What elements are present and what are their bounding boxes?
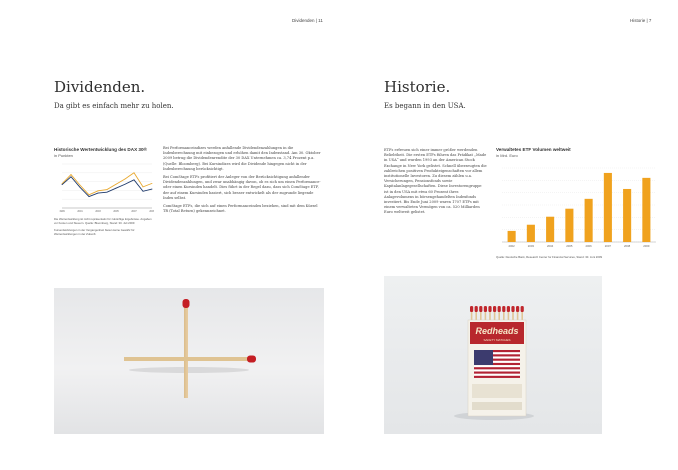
etf-chart-source: Quelle: Deutsche Bank, Research Center f… bbox=[496, 255, 603, 259]
match-head bbox=[474, 306, 478, 312]
data-point bbox=[115, 187, 117, 189]
data-point bbox=[133, 172, 135, 174]
match-head bbox=[520, 306, 524, 312]
x-tick-label: 2002 bbox=[509, 244, 516, 248]
data-point bbox=[124, 178, 126, 180]
page-subtitle-left: Da gibt es einfach mehr zu holen. bbox=[54, 102, 174, 110]
data-point bbox=[151, 188, 153, 190]
bar bbox=[546, 216, 555, 242]
data-point bbox=[142, 186, 144, 188]
etf-bar-chart: 2002 2003 2004 2005 2006 2007 2008 2009 bbox=[502, 167, 656, 248]
x-tick-label: 2008 bbox=[624, 244, 631, 248]
page-header-left: Dividenden | 11 bbox=[292, 18, 323, 23]
data-point bbox=[115, 183, 117, 185]
data-point bbox=[70, 176, 72, 178]
series-line bbox=[61, 172, 153, 196]
match-head bbox=[506, 306, 510, 312]
x-tick-label: 2005 bbox=[113, 210, 119, 213]
history-body-text: ETFs erfreuen sich einer immer größer we… bbox=[384, 148, 487, 219]
data-point bbox=[106, 189, 108, 190]
matchbox-brand-text: Redheads bbox=[475, 326, 518, 336]
dax-line-chart: 1999 2001 2003 2005 2007 2009 bbox=[59, 163, 154, 213]
body-paragraph: Bei Performanceindizes werden anfallende… bbox=[163, 146, 321, 171]
data-point bbox=[106, 191, 108, 193]
matches-illustration bbox=[124, 299, 256, 398]
bar bbox=[565, 208, 574, 242]
match-head bbox=[483, 306, 487, 312]
x-tick-label: 2003 bbox=[528, 244, 535, 248]
match-head bbox=[493, 306, 497, 312]
etf-chart-title: Verwaltetes ETF Volumen weltweit bbox=[496, 147, 571, 152]
data-point bbox=[88, 194, 90, 196]
dax-chart-caption: Die Wertentwicklung ist nicht repräsenta… bbox=[54, 217, 152, 225]
dax-chart-footnote: Kursentwicklungen in der Vergangenheit b… bbox=[54, 228, 135, 236]
match-head bbox=[516, 306, 520, 312]
matchbox-photo: Redheads SAFETY MATCHES bbox=[384, 276, 602, 434]
bar bbox=[623, 188, 632, 242]
body-paragraph: ComStage ETFs, die sich auf einen Perfor… bbox=[163, 204, 318, 214]
x-tick-label: 2007 bbox=[131, 210, 137, 213]
x-tick-label: 2003 bbox=[95, 210, 101, 213]
etf-chart-subtitle: in Mrd. Euro bbox=[496, 153, 518, 158]
x-tick-label: 2006 bbox=[586, 244, 593, 248]
match-head bbox=[511, 306, 515, 312]
data-point bbox=[151, 182, 153, 184]
body-paragraph: Bei ComStage ETFs profitiert der Anleger… bbox=[163, 175, 321, 200]
dividend-body-text: Bei Performanceindizes werden anfallende… bbox=[163, 146, 321, 217]
match-head bbox=[502, 306, 506, 312]
data-point bbox=[88, 196, 90, 197]
page-title-right: Historie. bbox=[384, 78, 451, 96]
document-spread: Dividenden | 11 Dividenden. Da gibt es e… bbox=[0, 0, 678, 470]
data-point bbox=[133, 179, 135, 181]
bar bbox=[507, 230, 516, 242]
matchbox-tagline-text: SAFETY MATCHES bbox=[484, 338, 511, 342]
body-paragraph: ETFs erfreuen sich einer immer größer we… bbox=[384, 148, 487, 215]
crossed-matches-photo bbox=[54, 288, 324, 434]
page-subtitle-right: Es begann in den USA. bbox=[384, 102, 466, 110]
data-point bbox=[79, 186, 81, 188]
bar bbox=[584, 198, 593, 242]
x-tick-label: 2005 bbox=[566, 244, 573, 248]
data-point bbox=[142, 190, 144, 192]
data-point bbox=[79, 184, 81, 186]
x-tick-label: 2004 bbox=[547, 244, 554, 248]
page-title-left: Dividenden. bbox=[54, 78, 146, 96]
bar bbox=[603, 172, 612, 242]
dax-chart-subtitle: in Punkten bbox=[54, 153, 73, 158]
bar bbox=[642, 177, 651, 242]
x-tick-label: 1999 bbox=[59, 210, 65, 213]
x-tick-label: 2007 bbox=[605, 244, 612, 248]
matchbox-illustration: Redheads SAFETY MATCHES bbox=[454, 306, 534, 420]
data-point bbox=[124, 183, 126, 185]
page-header-right: Historie | 7 bbox=[630, 18, 652, 23]
bar bbox=[526, 224, 535, 242]
data-point bbox=[70, 174, 72, 175]
match-head bbox=[470, 306, 474, 312]
match-head bbox=[497, 306, 501, 312]
x-tick-label: 2001 bbox=[77, 210, 83, 213]
match-head bbox=[479, 306, 483, 312]
dax-chart-title: Historische Wertentwicklung des DAX 30® bbox=[54, 147, 147, 152]
data-point bbox=[97, 190, 99, 192]
us-flag-graphic bbox=[474, 350, 520, 378]
x-tick-label: 2009 bbox=[643, 244, 650, 248]
x-tick-label: 2009 bbox=[149, 210, 154, 213]
data-point bbox=[97, 192, 99, 194]
data-point bbox=[61, 184, 63, 186]
match-head bbox=[488, 306, 492, 312]
